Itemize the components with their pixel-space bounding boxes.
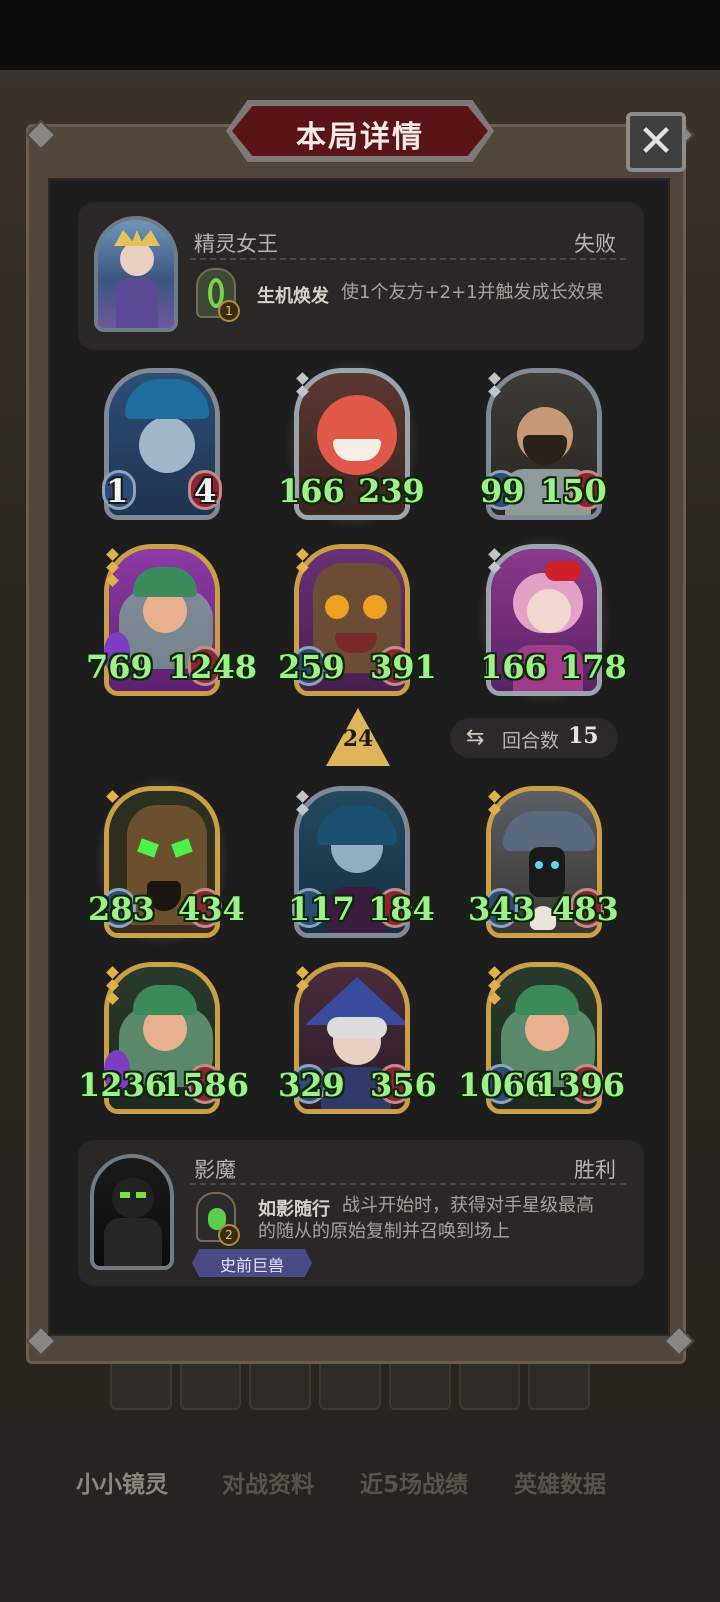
minion-attack: 1066 [458,1066,548,1104]
rounds-value: 15 [568,723,599,749]
bottom-nav: 小小镜灵 对战资料 近5场战绩 英雄数据 [0,1465,720,1505]
hero-skill-desc: 使1个友方+2+1并触发成长效果 [341,282,604,303]
minion-health: 356 [370,1066,437,1104]
hero-portrait-elf-queen[interactable] [94,216,178,332]
minion-health: 178 [560,648,627,686]
hero-skill-name: 如影随行 [258,1199,330,1220]
minion-card[interactable]: 343 483 [468,786,619,938]
tribe-tag: 史前巨兽 [192,1249,312,1277]
minion-card[interactable]: 1 4 [102,368,222,520]
title-banner: 本局详情 [226,100,494,162]
tab-minions[interactable]: 小小镜灵 [76,1465,168,1499]
tab-battle-info[interactable]: 对战资料 [222,1465,314,1499]
minion-card[interactable]: 1066 1396 [458,962,625,1114]
minion-card[interactable]: 329 356 [278,962,437,1114]
winner-result: 胜利 [574,1158,616,1182]
minion-card[interactable]: 166 239 [278,358,425,530]
minion-attack: 329 [278,1066,345,1104]
minion-health: 391 [370,648,437,686]
minion-card[interactable]: 769 1248 [86,544,257,696]
hero-portrait-shadow-demon[interactable] [90,1154,174,1270]
hero-skill-icon[interactable]: 1 [196,268,240,322]
tribe-tag-label: 史前巨兽 [219,1256,284,1275]
minion-attack: 769 [86,648,153,686]
close-icon: ✕ [637,116,675,167]
close-button[interactable]: ✕ [626,112,686,172]
hero-skill-desc-line2: 的随从的原始复制并召唤到场上 [258,1221,510,1242]
minion-attack: 166 [278,472,345,510]
minion-attack: 283 [88,890,155,928]
minion-card[interactable]: 99 150 [480,368,607,520]
winner-name: 影魔 [194,1158,236,1182]
minion-attack: 343 [468,890,535,928]
opponent-result: 失败 [574,232,616,256]
divider [190,258,626,260]
minion-card[interactable]: 1236 1586 [78,962,249,1114]
minion-health: 150 [540,472,607,510]
tavern-tier-badge: 24 [326,708,390,766]
minion-card[interactable]: 117 184 [288,786,435,938]
minion-card[interactable]: 283 434 [88,776,245,948]
minion-attack: 99 [480,472,525,510]
opponent-name: 精灵女王 [194,232,278,256]
minion-health: 434 [178,890,245,928]
minion-attack: 166 [480,648,547,686]
minion-attack: 1236 [78,1066,168,1104]
minion-attack: 117 [288,890,355,928]
minion-attack: 259 [278,648,345,686]
minion-health: 184 [368,890,435,928]
minion-attack: 1 [106,472,129,510]
minion-health: 4 [194,472,217,510]
swap-icon: ⇆ [466,725,485,750]
hero-skill-icon[interactable]: 2 [196,1192,240,1246]
hero-skill-name: 生机焕发 [257,286,329,307]
background-shop-strip [110,1360,591,1410]
skill-level-badge: 2 [218,1224,240,1246]
rounds-counter: ⇆ 回合数 15 [450,718,618,758]
skill-level-badge: 1 [218,300,240,322]
minion-health: 239 [358,472,425,510]
minion-card[interactable]: 166 178 [476,534,627,706]
minion-health: 1586 [160,1066,250,1104]
minion-health: 1396 [536,1066,626,1104]
minion-health: 483 [552,890,619,928]
status-bar-area [0,0,720,70]
divider [190,1183,626,1185]
tier-value: 24 [342,726,374,752]
page-title: 本局详情 [296,120,424,155]
rounds-label: 回合数 [502,730,560,752]
hero-skill-desc-line1: 战斗开始时，获得对手星级最高 [342,1195,594,1216]
tab-hero-data[interactable]: 英雄数据 [514,1465,606,1499]
tab-recent-5[interactable]: 近5场战绩 [360,1465,468,1499]
bottom-background [0,1410,720,1602]
minion-card[interactable]: 259 391 [278,544,437,696]
minion-health: 1248 [168,648,258,686]
